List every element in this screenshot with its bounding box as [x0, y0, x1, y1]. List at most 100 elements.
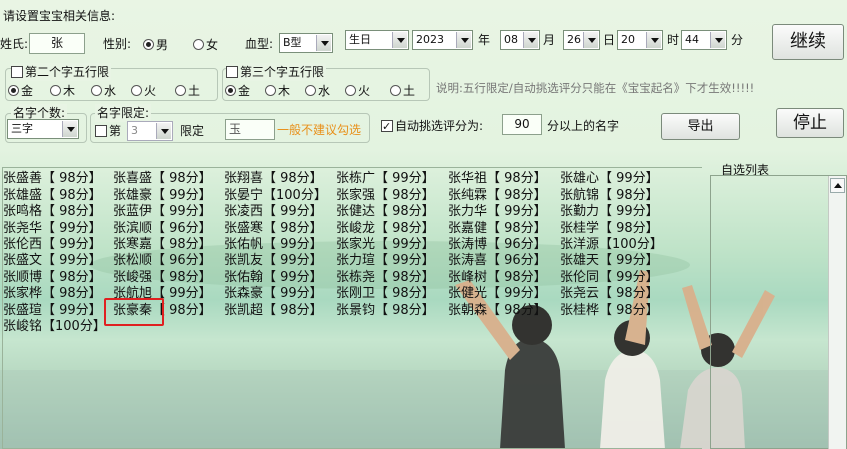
- auto-pick-suffix: 分以上的名字: [547, 119, 620, 133]
- radio-on-icon: [225, 85, 236, 96]
- second-char-option-mu[interactable]: 木: [50, 82, 75, 100]
- third-char-option-huo[interactable]: 火: [345, 82, 370, 100]
- third-char-label: 第三个字五行限: [240, 65, 325, 79]
- result-name-item[interactable]: 张健达【 98分】: [336, 203, 435, 220]
- result-name-item[interactable]: 张嘉健【 98分】: [448, 220, 547, 237]
- name-limit-position-value: 3: [131, 124, 138, 137]
- result-name-item[interactable]: 张纯霖【 98分】: [448, 187, 547, 204]
- result-name-item[interactable]: 张顺博【 98分】: [3, 269, 102, 286]
- result-name-item[interactable]: 张盛寒【 98分】: [224, 220, 323, 237]
- result-name-item[interactable]: 张盛文【 99分】: [3, 252, 102, 269]
- result-name-item[interactable]: 张洋源【100分】: [560, 236, 663, 253]
- result-name-item[interactable]: 张涛博【 96分】: [448, 236, 547, 253]
- day-select[interactable]: 26: [563, 30, 600, 50]
- radio-off-icon: [390, 85, 401, 96]
- result-name-item[interactable]: 张雄天【 99分】: [560, 252, 659, 269]
- result-name-item[interactable]: 张喜盛【 98分】: [113, 170, 212, 187]
- name-count-value: 三字: [11, 122, 33, 135]
- continue-button[interactable]: 继续: [772, 24, 844, 60]
- result-name-item[interactable]: 张雄豪【 99分】: [113, 187, 212, 204]
- name-limit-checkbox[interactable]: 第: [95, 122, 121, 140]
- result-name-item[interactable]: 张家光【 99分】: [336, 236, 435, 253]
- radio-off-icon: [175, 85, 186, 96]
- result-name-item[interactable]: 张栋尧【 98分】: [336, 269, 435, 286]
- result-name-item[interactable]: 张峰树【 98分】: [448, 269, 547, 286]
- third-char-option-tu[interactable]: 土: [390, 82, 415, 100]
- result-name-item[interactable]: 张佑翰【 99分】: [224, 269, 323, 286]
- result-name-item[interactable]: 张盛瑄【 99分】: [3, 302, 102, 319]
- result-name-item[interactable]: 张尧云【 98分】: [560, 285, 659, 302]
- date-type-select[interactable]: 生日: [345, 30, 409, 50]
- second-char-option-tu[interactable]: 土: [175, 82, 200, 100]
- stop-button[interactable]: 停止: [776, 108, 844, 138]
- third-char-option-jin[interactable]: 金: [225, 82, 250, 100]
- result-name-item[interactable]: 张家桦【 98分】: [3, 285, 102, 302]
- third-char-option-shui[interactable]: 水: [305, 82, 330, 100]
- result-name-item[interactable]: 张鸣格【 98分】: [3, 203, 102, 220]
- result-name-item[interactable]: 张栋广【 99分】: [336, 170, 435, 187]
- result-name-item[interactable]: 张伦西【 99分】: [3, 236, 102, 253]
- result-name-item[interactable]: 张翔喜【 98分】: [224, 170, 323, 187]
- scroll-up-icon[interactable]: [830, 178, 845, 193]
- option-label: 木: [63, 84, 76, 98]
- day-value: 26: [567, 33, 581, 46]
- result-name-item[interactable]: 张航锦【 98分】: [560, 187, 659, 204]
- result-name-item[interactable]: 张雄盛【 98分】: [3, 187, 102, 204]
- third-char-checkbox[interactable]: 第三个字五行限: [226, 63, 327, 81]
- result-name-item[interactable]: 张佑帆【 99分】: [224, 236, 323, 253]
- result-name-item[interactable]: 张朝森【 98分】: [448, 302, 547, 319]
- gender-male-radio[interactable]: 男: [143, 36, 168, 54]
- month-select[interactable]: 08: [500, 30, 540, 50]
- blood-type-select[interactable]: B型: [279, 33, 333, 53]
- result-name-item[interactable]: 张力华【 99分】: [448, 203, 547, 220]
- result-name-item[interactable]: 张峻龙【 98分】: [336, 220, 435, 237]
- result-name-item[interactable]: 张蓝伊【 99分】: [113, 203, 212, 220]
- result-name-item[interactable]: 张健光【 99分】: [448, 285, 547, 302]
- second-char-checkbox[interactable]: 第二个字五行限: [11, 63, 112, 81]
- name-limit-position-select[interactable]: 3: [127, 121, 173, 141]
- result-name-item[interactable]: 张尧华【 99分】: [3, 220, 102, 237]
- result-name-item[interactable]: 张峻铭【100分】: [3, 318, 106, 335]
- result-name-item[interactable]: 张桂桦【 98分】: [560, 302, 659, 319]
- result-name-item[interactable]: 张凌西【 99分】: [224, 203, 323, 220]
- name-count-select[interactable]: 三字: [7, 119, 79, 139]
- export-button[interactable]: 导出: [661, 113, 740, 140]
- second-char-option-jin[interactable]: 金: [8, 82, 33, 100]
- hour-select[interactable]: 20: [617, 30, 663, 50]
- result-name-item[interactable]: 张伦同【 99分】: [560, 269, 659, 286]
- third-char-option-mu[interactable]: 木: [265, 82, 290, 100]
- year-select[interactable]: 2023: [412, 30, 473, 50]
- result-name-item[interactable]: 张桂学【 98分】: [560, 220, 659, 237]
- auto-pick-score-input[interactable]: 90: [502, 114, 542, 135]
- result-name-item[interactable]: 张力瑄【 99分】: [336, 252, 435, 269]
- result-name-item[interactable]: 张家强【 98分】: [336, 187, 435, 204]
- sidebar-list[interactable]: [710, 175, 847, 449]
- second-char-option-huo[interactable]: 火: [131, 82, 156, 100]
- result-name-item[interactable]: 张滨顺【 96分】: [113, 220, 212, 237]
- result-name-item[interactable]: 张雄心【 99分】: [560, 170, 659, 187]
- result-name-item[interactable]: 张盛善【 98分】: [3, 170, 102, 187]
- checkbox-checked-icon: [381, 118, 393, 136]
- result-name-item[interactable]: 张凯超【 98分】: [224, 302, 323, 319]
- result-name-item[interactable]: 张凯友【 99分】: [224, 252, 323, 269]
- result-name-item[interactable]: 张刚卫【 98分】: [336, 285, 435, 302]
- result-name-item[interactable]: 张勤力【 99分】: [560, 203, 659, 220]
- result-name-item[interactable]: 张华祖【 98分】: [448, 170, 547, 187]
- second-char-option-shui[interactable]: 水: [91, 82, 116, 100]
- result-name-item[interactable]: 张景钧【 98分】: [336, 302, 435, 319]
- result-name-item[interactable]: 张涛喜【 96分】: [448, 252, 547, 269]
- name-limit-char-input[interactable]: 玉: [225, 119, 275, 140]
- result-name-item[interactable]: 张松顺【 96分】: [113, 252, 212, 269]
- scrollbar[interactable]: [828, 176, 846, 449]
- result-name-item[interactable]: 张寒嘉【 98分】: [113, 236, 212, 253]
- gender-female-radio[interactable]: 女: [193, 36, 218, 54]
- result-row: 张盛文【 99分】 张松顺【 96分】 张凯友【 99分】 张力瑄【 99分】 张涛喜【…: [3, 252, 702, 269]
- result-row: 张鸣格【 98分】 张蓝伊【 99分】 张凌西【 99分】 张健达【 98分】 张力华【…: [3, 203, 702, 220]
- minute-select[interactable]: 44: [681, 30, 727, 50]
- result-name-item[interactable]: 张森豪【 99分】: [224, 285, 323, 302]
- result-name-item[interactable]: 张晏宁【100分】: [224, 187, 327, 204]
- result-name-item[interactable]: 张峻强【 98分】: [113, 269, 212, 286]
- surname-input[interactable]: 张: [29, 33, 85, 54]
- auto-pick-checkbox[interactable]: 自动挑选评分为:: [381, 117, 483, 136]
- radio-off-icon: [265, 85, 276, 96]
